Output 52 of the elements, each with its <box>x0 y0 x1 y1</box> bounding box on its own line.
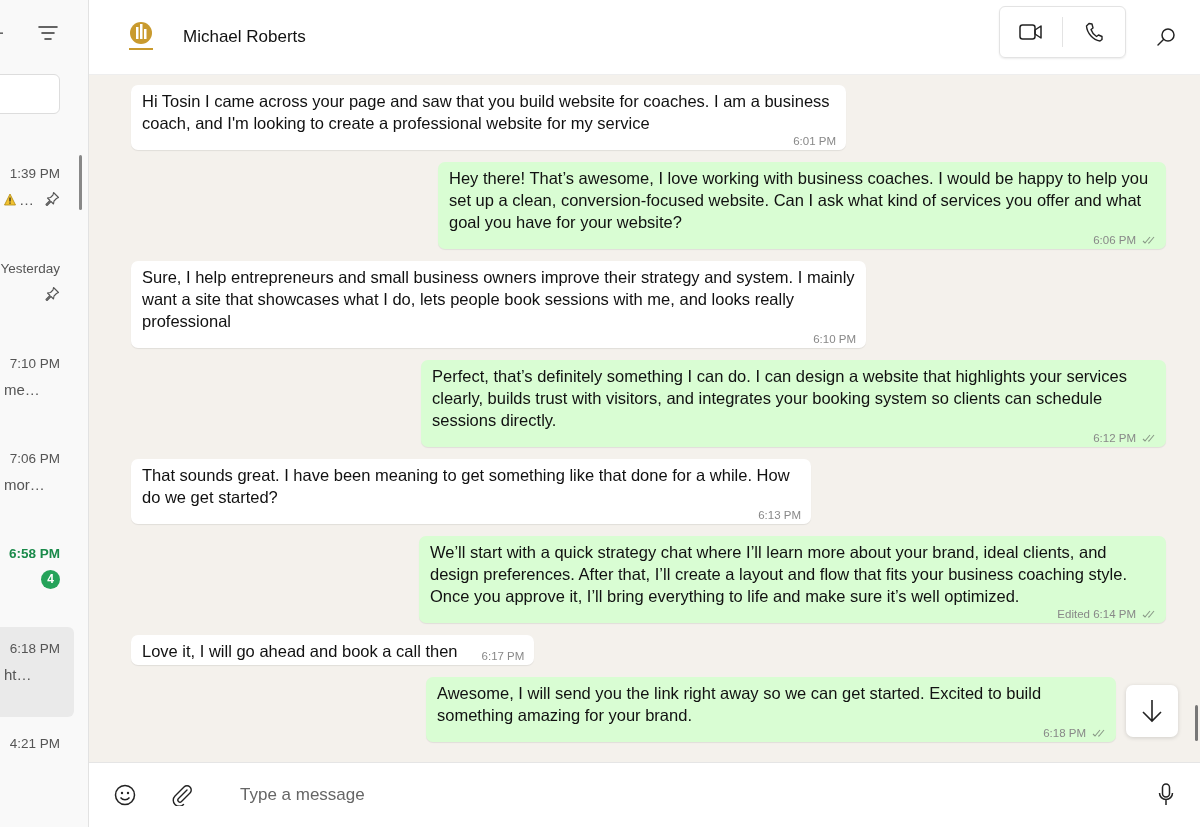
filter-icon[interactable] <box>38 25 58 41</box>
chat-preview: ht… <box>4 665 32 683</box>
chat-list-item[interactable]: 4:21 PM <box>0 722 74 812</box>
search-field[interactable] <box>0 74 60 114</box>
message-text: Awesome, I will send you the link right away so we can get started. Excited to build something amazing for your brand. <box>437 683 1043 726</box>
scroll-down-button[interactable] <box>1126 685 1178 737</box>
chat-list-item[interactable]: 1:39 PM … <box>0 152 74 242</box>
message-time: 6:06 PM <box>1093 232 1136 248</box>
chat-list-item[interactable]: 7:06 PM mor… <box>0 437 74 527</box>
message-text: Sure, I help entrepreneurs and small business owners improve their strategy and system. I mainly want a site that showcases what I do, lets people book sessions with me, and looks really professional <box>142 267 856 332</box>
message-time: 6:13 PM <box>758 507 801 523</box>
chat-time: 1:39 PM <box>9 166 60 181</box>
double-check-icon <box>1142 234 1156 245</box>
message-time: 6:01 PM <box>793 133 836 149</box>
paperclip-icon[interactable] <box>172 784 192 806</box>
message-text: Love it, I will go ahead and book a call then <box>142 641 458 662</box>
down-arrow-icon <box>1141 699 1163 723</box>
phone-icon <box>1085 22 1103 42</box>
chat-list-item[interactable]: 7:10 PM me… <box>0 342 74 432</box>
message-text: We’ll start with a quick strategy chat where I’ll learn more about your brand, ideal clients, and design preferences. After that, I’ll create a layout and flow that fits your business coaching style. Once you approve it, I’ll bring everything to life and make sure it’s well optimized. <box>430 542 1129 607</box>
double-check-icon <box>1092 727 1106 738</box>
chat-preview: mor… <box>4 475 45 493</box>
message-time: 6:10 PM <box>813 331 856 347</box>
chat-time: 7:06 PM <box>9 451 60 466</box>
chat-time: 4:21 PM <box>9 736 60 751</box>
chat-preview: … <box>19 190 34 208</box>
message-time: 6:12 PM <box>1093 430 1136 446</box>
chat-list-item[interactable]: 6:18 PM ht… <box>0 627 74 717</box>
message-time: 6:18 PM <box>1043 725 1086 741</box>
microphone-icon[interactable] <box>1158 783 1174 807</box>
message-time: Edited 6:14 PM <box>1057 606 1136 622</box>
chat-list-item[interactable]: Yesterday <box>0 247 74 337</box>
message-text: Hey there! That’s awesome, I love working with business coaches. I would be happy to help you set up a clean, conversion-focused website. Can I ask what kind of services you offer and what goal you have for your website? <box>449 168 1150 233</box>
minus-icon[interactable] <box>0 31 3 35</box>
message-text: That sounds great. I have been meaning to get something like that done for a while. How do we get started? <box>142 465 791 508</box>
emoji-icon[interactable] <box>114 784 136 806</box>
chat-time: Yesterday <box>0 261 60 276</box>
contact-name: Michael Roberts <box>183 27 306 47</box>
unread-badge: 4 <box>41 569 60 589</box>
message-text: Hi Tosin I came across your page and saw that you build website for coaches. I am a business coach, and I'm looking to create a professional website for my service <box>142 91 831 134</box>
message-time: 6:17 PM <box>481 648 525 664</box>
search-icon[interactable] <box>1156 27 1176 47</box>
chat-list-item[interactable]: 6:58 PM 4 <box>0 532 74 622</box>
video-camera-icon <box>1019 23 1043 41</box>
chat-time: 6:58 PM <box>8 546 60 561</box>
chat-time: 7:10 PM <box>9 356 60 371</box>
message-text: Perfect, that’s definitely something I can do. I can design a website that highlights your services clearly, builds trust with visitors, and integrates your booking system so clients can schedule sessions directly. <box>432 366 1128 431</box>
chat-time: 6:18 PM <box>9 641 60 656</box>
chat-preview: me… <box>4 380 40 398</box>
message-input[interactable]: Type a message <box>238 784 1122 806</box>
double-check-icon <box>1142 432 1156 443</box>
double-check-icon <box>1142 608 1156 619</box>
